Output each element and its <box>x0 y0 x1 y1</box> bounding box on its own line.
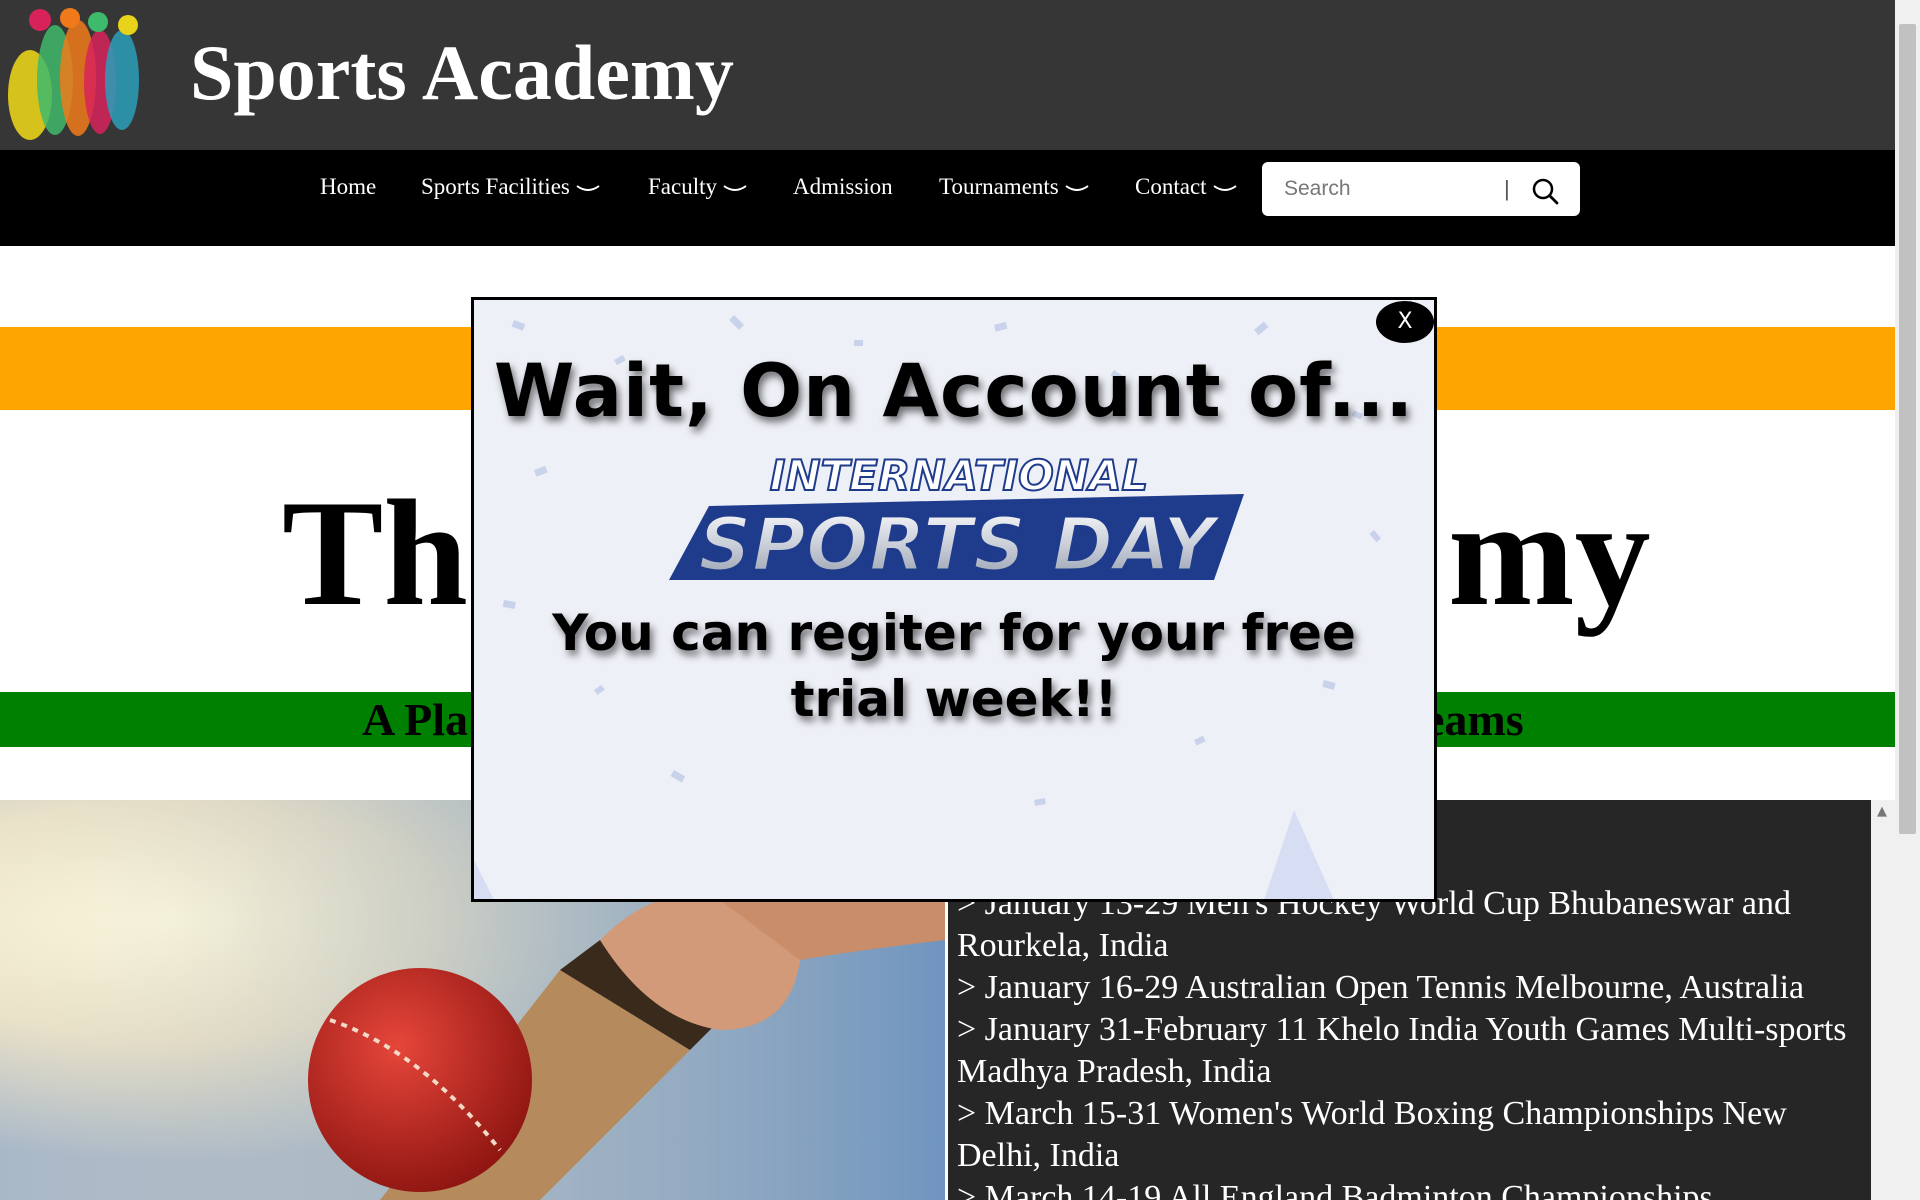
page-scrollbar-thumb[interactable] <box>1899 24 1916 834</box>
promo-popup: Wait, On Account of... INTERNATIONAL SPO… <box>471 297 1437 902</box>
nav-sports-facilities-label: Sports Facilities <box>421 174 570 199</box>
event-item: > March 14-19 All England Badminton Cham… <box>957 1179 1713 1200</box>
events-list: > January 13-29 Men's Hockey World Cup B… <box>957 883 1857 1200</box>
site-title[interactable]: Sports Academy <box>190 26 734 120</box>
page-scrollbar[interactable] <box>1895 0 1920 1200</box>
nav-home-label: Home <box>320 174 377 199</box>
hero-heading-start: Th <box>282 469 468 637</box>
scroll-up-arrow-icon[interactable]: ▲ <box>1877 804 1887 819</box>
chevron-down-icon <box>1065 184 1089 191</box>
chevron-down-icon <box>723 184 747 191</box>
tagline-end: eams <box>1424 694 1524 745</box>
popup-close-button[interactable]: X <box>1376 301 1434 343</box>
nav-contact-label: Contact <box>1135 174 1207 199</box>
search-input[interactable] <box>1262 162 1494 216</box>
hero-heading-end: my <box>1448 469 1651 637</box>
chevron-down-icon <box>1212 184 1237 191</box>
search-icon[interactable] <box>1530 176 1560 206</box>
site-header: Sports Academy <box>0 0 1895 150</box>
events-scrollbar[interactable]: ▲ <box>1871 800 1895 1200</box>
nav-home[interactable]: Home <box>320 172 376 202</box>
tagline-start: A Pla <box>362 694 469 745</box>
nav-tournaments[interactable]: Tournaments <box>939 172 1089 202</box>
nav-sports-facilities[interactable]: Sports Facilities <box>421 172 600 202</box>
search-separator: | <box>1504 176 1510 201</box>
event-item: > March 15-31 Women's World Boxing Champ… <box>957 1095 1787 1174</box>
chevron-down-icon <box>576 184 600 191</box>
main-nav: Home Sports Facilities Faculty Admission… <box>0 150 1895 246</box>
nav-admission[interactable]: Admission <box>793 172 893 202</box>
nav-tournaments-label: Tournaments <box>939 174 1059 199</box>
popup-message: You can regiter for your free trial week… <box>552 604 1356 728</box>
popup-heading: Wait, On Account of... <box>493 349 1415 434</box>
event-item: > January 31-February 11 Khelo India You… <box>957 1011 1847 1090</box>
international-sports-day-logo: INTERNATIONAL SPORTS DAY <box>669 450 1244 580</box>
logo-line2: SPORTS DAY <box>698 502 1222 580</box>
logo-line1: INTERNATIONAL <box>770 451 1149 500</box>
event-item: > January 16-29 Australian Open Tennis M… <box>957 969 1805 1006</box>
nav-admission-label: Admission <box>793 174 893 199</box>
nav-contact[interactable]: Contact <box>1135 172 1237 202</box>
academy-logo[interactable] <box>0 0 150 148</box>
nav-faculty[interactable]: Faculty <box>648 172 747 202</box>
nav-faculty-label: Faculty <box>648 174 717 199</box>
